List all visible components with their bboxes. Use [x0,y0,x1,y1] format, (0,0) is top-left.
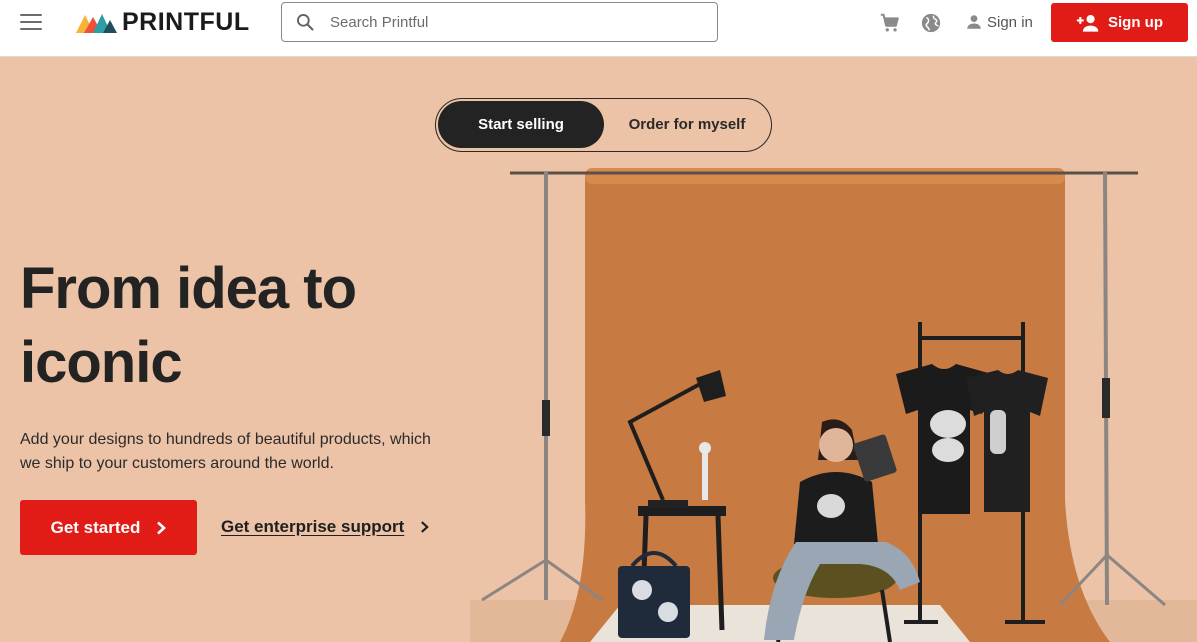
brand-name: PRINTFUL [122,7,250,36]
hero-photo [470,168,1197,642]
hero-subtitle: Add your designs to hundreds of beautifu… [20,431,431,472]
signup-button[interactable]: Sign up [1051,3,1188,42]
globe-icon[interactable] [920,12,942,34]
search-icon[interactable] [295,12,315,32]
search-input[interactable] [330,13,690,31]
enterprise-support-label: Get enterprise support [221,517,405,536]
signin-link[interactable]: Sign in [965,11,1033,33]
enterprise-support-link[interactable]: Get enterprise support [221,514,430,540]
get-started-label: Get started [50,517,141,537]
hero-title-line1: From idea to [20,256,357,321]
get-started-button[interactable]: Get started [20,500,197,555]
hero-title-line2: iconic [20,330,183,395]
logo-mark-icon [76,14,117,33]
site-header: PRINTFUL Sign in Sign up [0,0,1197,57]
search-bar[interactable] [281,2,718,42]
chevron-right-icon [421,521,430,533]
hero-title: From idea to iconic [20,252,440,400]
menu-icon[interactable] [20,14,42,30]
cart-icon[interactable] [879,12,901,34]
order-for-myself-option[interactable]: Order for myself [606,101,768,148]
signup-label: Sign up [1108,14,1163,31]
person-add-icon [1076,14,1099,32]
printful-logo[interactable]: PRINTFUL [76,7,250,36]
start-selling-option[interactable]: Start selling [438,101,604,148]
person-icon [967,15,981,29]
audience-toggle: Start selling Order for myself [435,98,772,152]
chevron-right-icon [157,521,167,534]
signin-label: Sign in [987,13,1033,31]
